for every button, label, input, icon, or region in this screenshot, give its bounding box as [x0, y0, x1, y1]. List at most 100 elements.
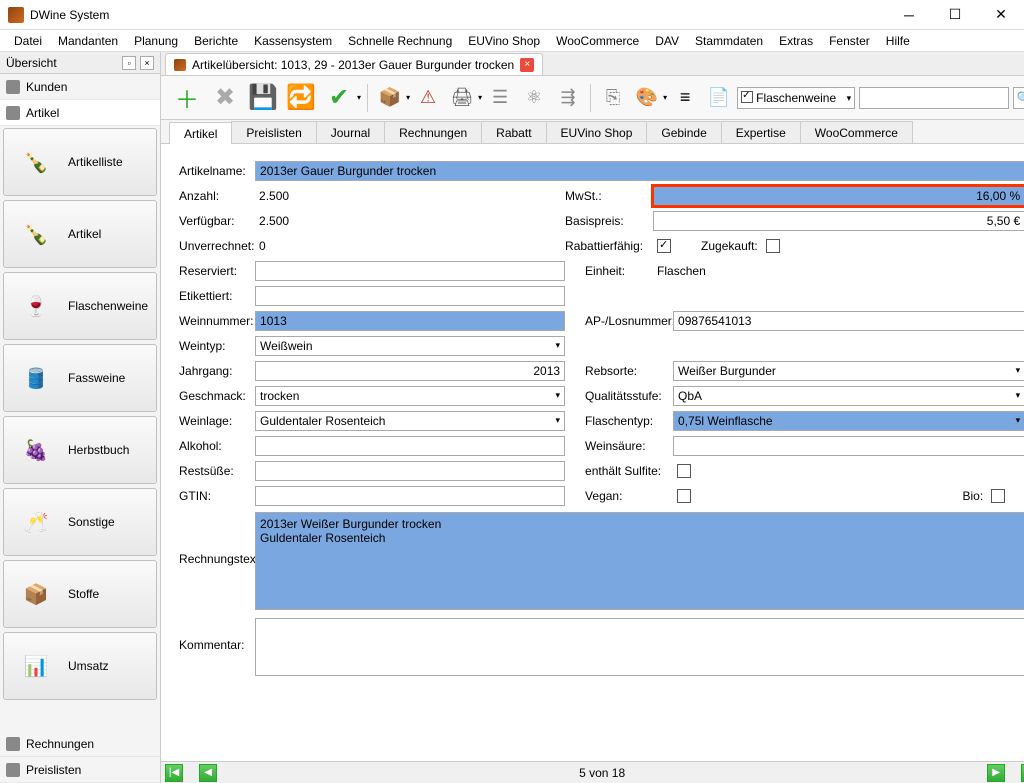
menu-dav[interactable]: DAV — [647, 32, 687, 50]
sidebar-item-artikel[interactable]: Artikel — [0, 100, 160, 126]
category-combo[interactable]: Flaschenweine ▾ — [737, 87, 855, 109]
document-tabbar: Artikelübersicht: 1013, 29 - 2013er Gaue… — [161, 52, 1024, 76]
box-button[interactable]: 📦 — [374, 82, 406, 114]
tab-euvino-shop[interactable]: EUVino Shop — [546, 121, 648, 143]
zugekauft-checkbox[interactable] — [766, 239, 780, 253]
tab-rechnungen[interactable]: Rechnungen — [384, 121, 482, 143]
sidebar-big-stoffe[interactable]: 📦Stoffe — [3, 560, 157, 628]
basispreis-label: Basispreis: — [565, 214, 653, 228]
reserviert-field[interactable] — [255, 261, 565, 281]
qualitaet-select[interactable]: QbA — [673, 386, 1024, 406]
alkohol-label: Alkohol: — [179, 439, 255, 453]
weinnummer-field[interactable]: 1013 — [255, 311, 565, 331]
flaschentyp-select[interactable]: 0,75l Weinflasche — [673, 411, 1024, 431]
sidebar-item-preislisten[interactable]: Preislisten — [0, 757, 160, 783]
menu-fenster[interactable]: Fenster — [821, 32, 878, 50]
pager-first-button[interactable]: |◀ — [165, 764, 183, 782]
sidebar-big-fassweine[interactable]: 🛢️Fassweine — [3, 344, 157, 412]
sidebar-item-kunden[interactable]: Kunden — [0, 74, 160, 100]
export-button[interactable]: ⎘ — [597, 82, 629, 114]
etikettiert-field[interactable] — [255, 286, 565, 306]
weinsaeure-field[interactable] — [673, 436, 1024, 456]
sidebar-item-rechnungen[interactable]: Rechnungen — [0, 731, 160, 757]
gtin-field[interactable] — [255, 486, 565, 506]
close-button[interactable]: ✕ — [978, 0, 1024, 30]
pager-prev-button[interactable]: ◀ — [199, 764, 217, 782]
add-button[interactable]: ＋ — [169, 80, 205, 116]
sidebar-big-sonstige[interactable]: 🥂Sonstige — [3, 488, 157, 556]
lines-button[interactable]: ≡ — [669, 82, 701, 114]
pager-next-button[interactable]: ▶ — [987, 764, 1005, 782]
chevron-down-icon: ▾ — [847, 93, 852, 104]
tab-artikel[interactable]: Artikel — [169, 122, 232, 144]
sidebar-big-herbstbuch[interactable]: 🍇Herbstbuch — [3, 416, 157, 484]
bottles-icon: 🍷 — [12, 282, 60, 330]
chevron-down-icon[interactable]: ▾ — [406, 93, 410, 102]
sidebar-big-artikel[interactable]: 🍾Artikel — [3, 200, 157, 268]
weintyp-select[interactable]: Weißwein — [255, 336, 565, 356]
aplos-field[interactable]: 09876541013 — [673, 311, 1024, 331]
tab-gebinde[interactable]: Gebinde — [646, 121, 721, 143]
menu-kassensystem[interactable]: Kassensystem — [246, 32, 340, 50]
sidebar-close-button[interactable]: × — [140, 56, 154, 70]
doc-icon — [6, 737, 20, 751]
artikelname-field[interactable]: 2013er Gauer Burgunder trocken — [255, 161, 1024, 181]
sidebar-big-umsatz[interactable]: 📊Umsatz — [3, 632, 157, 700]
sidebar-big-flaschenweine[interactable]: 🍷Flaschenweine — [3, 272, 157, 340]
subtabs: Artikel Preislisten Journal Rechnungen R… — [161, 120, 1024, 144]
menu-stammdaten[interactable]: Stammdaten — [687, 32, 771, 50]
kommentar-field[interactable] — [255, 618, 1024, 676]
tab-expertise[interactable]: Expertise — [721, 121, 801, 143]
weinlage-select[interactable]: Guldentaler Rosenteich — [255, 411, 565, 431]
sidebar-pin-button[interactable]: ▫ — [122, 56, 136, 70]
graph-button[interactable]: ⚛ — [518, 82, 550, 114]
refresh-button[interactable]: 🔁 — [283, 80, 319, 116]
menu-woocommerce[interactable]: WooCommerce — [548, 32, 647, 50]
search-input[interactable] — [859, 87, 1009, 109]
filter-button[interactable]: ☰ — [484, 82, 516, 114]
sulfite-checkbox[interactable] — [677, 464, 691, 478]
chevron-down-icon[interactable]: ▾ — [357, 93, 361, 102]
maximize-button[interactable]: ☐ — [932, 0, 978, 30]
hierarchy-button[interactable]: ⇶ — [552, 82, 584, 114]
save-button[interactable]: 💾 — [245, 80, 281, 116]
jahrgang-field[interactable]: 2013 — [255, 361, 565, 381]
tab-woocommerce[interactable]: WooCommerce — [800, 121, 913, 143]
rechnungstext-field[interactable]: 2013er Weißer Burgunder trocken Guldenta… — [255, 512, 1024, 610]
menu-berichte[interactable]: Berichte — [186, 32, 246, 50]
menu-euvino-shop[interactable]: EUVino Shop — [460, 32, 548, 50]
weinsaeure-label: Weinsäure: — [585, 439, 673, 453]
rabatt-checkbox[interactable] — [657, 239, 671, 253]
vegan-checkbox[interactable] — [677, 489, 691, 503]
menu-mandanten[interactable]: Mandanten — [50, 32, 126, 50]
tab-preislisten[interactable]: Preislisten — [231, 121, 316, 143]
rebsorte-select[interactable]: Weißer Burgunder — [673, 361, 1024, 381]
chevron-down-icon[interactable]: ▾ — [663, 93, 667, 102]
minimize-button[interactable]: ─ — [886, 0, 932, 30]
color-button[interactable]: 🎨 — [631, 82, 663, 114]
bio-checkbox[interactable] — [991, 489, 1005, 503]
restsuesse-field[interactable] — [255, 461, 565, 481]
menu-datei[interactable]: Datei — [6, 32, 50, 50]
delete-button[interactable]: ✖ — [207, 80, 243, 116]
geschmack-select[interactable]: trocken — [255, 386, 565, 406]
tab-rabatt[interactable]: Rabatt — [481, 121, 546, 143]
menu-extras[interactable]: Extras — [771, 32, 821, 50]
print-button[interactable]: 🖨 — [446, 82, 478, 114]
chevron-down-icon[interactable]: ▾ — [478, 93, 482, 102]
mwst-field[interactable]: 16,00 % — [653, 186, 1024, 206]
doc-button[interactable]: 📄 — [703, 82, 735, 114]
menu-hilfe[interactable]: Hilfe — [878, 32, 918, 50]
tab-close-button[interactable]: × — [520, 58, 534, 72]
sulfite-label: enthält Sulfite: — [585, 464, 673, 478]
basispreis-field[interactable]: 5,50 € — [653, 211, 1024, 231]
document-tab[interactable]: Artikelübersicht: 1013, 29 - 2013er Gaue… — [165, 53, 543, 75]
menu-planung[interactable]: Planung — [126, 32, 186, 50]
tab-journal[interactable]: Journal — [316, 121, 385, 143]
search-button[interactable]: 🔍 — [1013, 87, 1024, 109]
sidebar-big-artikelliste[interactable]: 🍾Artikelliste — [3, 128, 157, 196]
check-button[interactable]: ✔ — [321, 80, 357, 116]
menu-schnelle-rechnung[interactable]: Schnelle Rechnung — [340, 32, 460, 50]
alkohol-field[interactable] — [255, 436, 565, 456]
alert-button[interactable]: ⚠ — [412, 82, 444, 114]
